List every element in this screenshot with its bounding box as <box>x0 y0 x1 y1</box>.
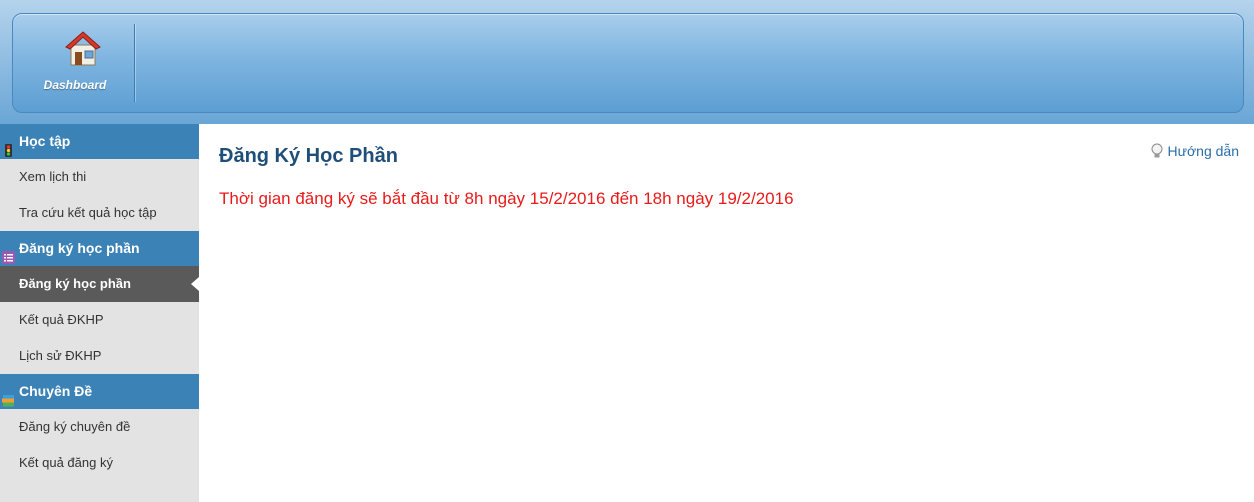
toolbar-panel: Dashboard <box>12 13 1244 113</box>
sidebar-item-dang-ky-hoc-phan[interactable]: Đăng ký học phần <box>0 266 199 302</box>
sidebar: Học tập Xem lịch thi Tra cứu kết quả học… <box>0 124 199 502</box>
sidebar-section-title: Học tập <box>19 133 71 149</box>
page-title: Đăng Ký Học Phần <box>219 145 398 167</box>
sidebar-item-lich-su-dkhp[interactable]: Lịch sử ĐKHP <box>0 338 199 374</box>
sidebar-section-chuyen-de: Chuyên Đề <box>0 374 199 409</box>
dashboard-button[interactable]: Dashboard <box>27 14 135 112</box>
sidebar-item-tra-cuu-ket-qua[interactable]: Tra cứu kết quả học tập <box>0 195 199 231</box>
list-icon <box>2 242 15 264</box>
sidebar-section-dang-ky-hoc-phan: Đăng ký học phần <box>0 231 199 266</box>
traffic-light-icon <box>2 135 15 157</box>
registration-notice: Thời gian đăng ký sẽ bắt đầu từ 8h ngày … <box>219 189 794 208</box>
dashboard-label: Dashboard <box>43 78 107 92</box>
top-banner: Dashboard <box>0 0 1254 124</box>
lightbulb-icon <box>1151 143 1163 158</box>
sidebar-item-dang-ky-chuyen-de[interactable]: Đăng ký chuyên đề <box>0 409 199 445</box>
sidebar-section-title: Đăng ký học phần <box>19 240 140 256</box>
stack-books-icon <box>2 385 15 407</box>
sidebar-item-ket-qua-dkhp[interactable]: Kết quả ĐKHP <box>0 302 199 338</box>
sidebar-item-ket-qua-dang-ky[interactable]: Kết quả đăng ký <box>0 445 199 481</box>
toolbar-divider <box>134 24 135 102</box>
sidebar-item-xem-lich-thi[interactable]: Xem lịch thi <box>0 159 199 195</box>
home-icon <box>63 28 103 68</box>
help-label: Hướng dẫn <box>1167 143 1239 159</box>
sidebar-section-hoc-tap: Học tập <box>0 124 199 159</box>
sidebar-section-title: Chuyên Đề <box>19 383 93 399</box>
main-content: Đăng Ký Học Phần Hướng dẫn Thời gian đăn… <box>199 124 1254 502</box>
help-link[interactable]: Hướng dẫn <box>1150 143 1239 159</box>
